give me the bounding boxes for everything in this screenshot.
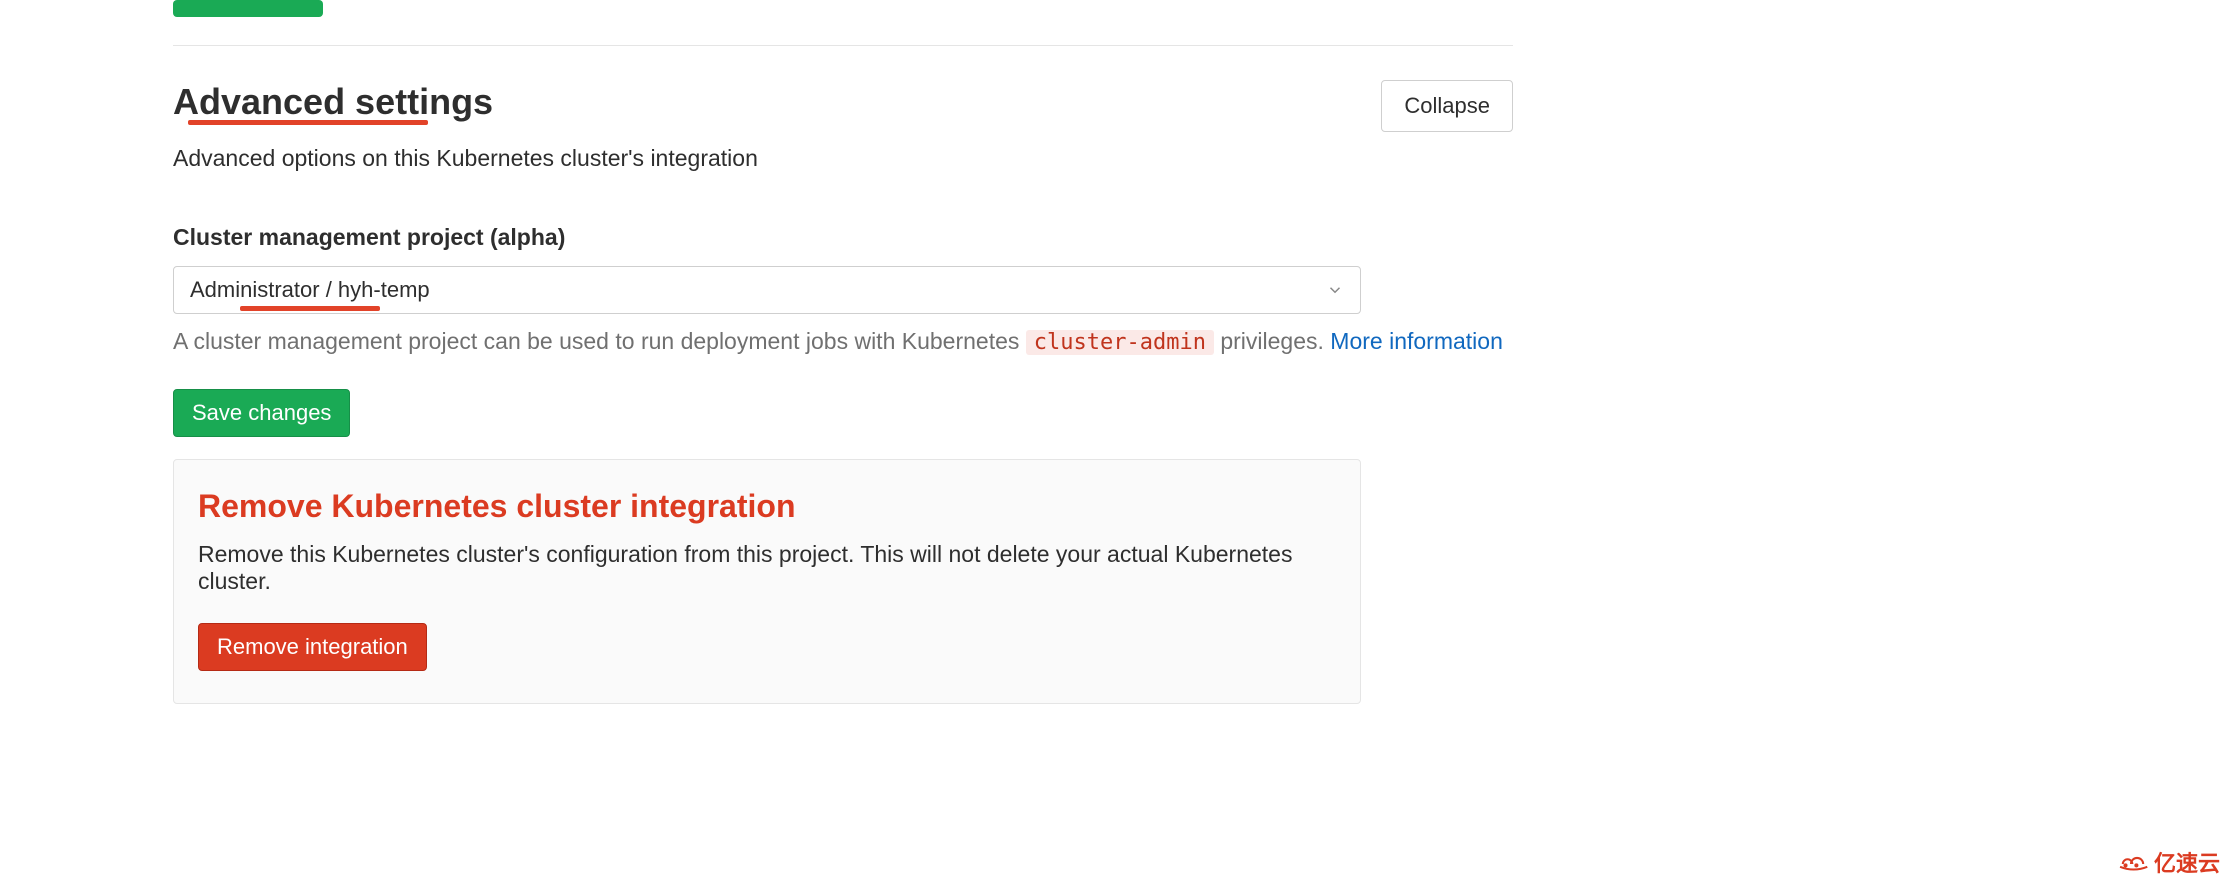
section-header: Advanced settings Advanced options on th… [173,80,1513,172]
remove-integration-title: Remove Kubernetes cluster integration [198,488,1336,525]
help-text-post: privileges. [1214,328,1330,354]
clipped-button[interactable] [173,0,323,17]
code-pill: cluster-admin [1026,330,1214,355]
cluster-project-label: Cluster management project (alpha) [173,224,1513,251]
remove-integration-panel: Remove Kubernetes cluster integration Re… [173,459,1361,704]
watermark-text: 亿速云 [2154,846,2220,878]
collapse-button[interactable]: Collapse [1381,80,1513,132]
chevron-down-icon [1326,281,1344,299]
help-text-pre: A cluster management project can be used… [173,328,1026,354]
help-text: A cluster management project can be used… [173,324,1513,359]
cluster-project-value: Administrator / hyh-temp [190,277,430,303]
watermark-icon [2116,850,2150,874]
remove-integration-desc: Remove this Kubernetes cluster's configu… [198,541,1336,595]
more-information-link[interactable]: More information [1330,328,1503,354]
cluster-project-select[interactable]: Administrator / hyh-temp [173,266,1361,314]
watermark: 亿速云 [2116,846,2220,878]
save-changes-button[interactable]: Save changes [173,389,350,437]
remove-integration-button[interactable]: Remove integration [198,623,427,671]
section-subtitle: Advanced options on this Kubernetes clus… [173,145,758,172]
section-title: Advanced settings [173,80,493,123]
divider [173,45,1513,46]
